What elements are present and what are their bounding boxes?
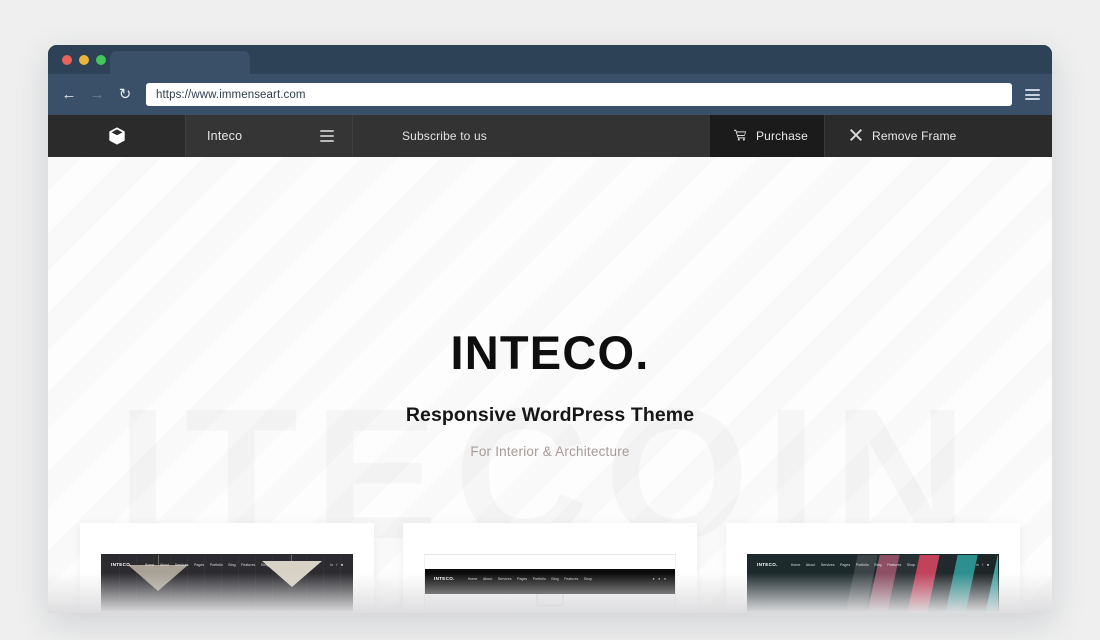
preview-nav-links: Home About Services Pages Portfolio Blog… [144, 562, 270, 567]
envato-logo-icon[interactable] [48, 115, 185, 157]
browser-menu-icon[interactable] [1025, 89, 1040, 100]
preview-mini-nav: INTECO. Home About Services Pages Portfo… [757, 562, 989, 567]
browser-titlebar [48, 45, 1052, 74]
purchase-button[interactable]: Purchase [710, 115, 824, 157]
hero-subtitle: Responsive WordPress Theme [405, 404, 695, 426]
theme-brand-section[interactable]: Inteco [185, 115, 352, 157]
minimize-window-button[interactable] [79, 55, 89, 65]
browser-window: ← → ↻ https://www.immenseart.com Inteco [48, 45, 1052, 613]
remove-frame-label: Remove Frame [872, 129, 957, 143]
browser-urlbar: ← → ↻ https://www.immenseart.com [48, 74, 1052, 115]
theme-brand-label: Inteco [207, 129, 243, 143]
browser-tab[interactable] [110, 51, 250, 74]
purchase-label: Purchase [756, 129, 808, 143]
hero-tagline: For Interior & Architecture [470, 444, 630, 459]
theme-menu-icon[interactable] [320, 130, 334, 142]
hero-section: ITECOIN INTECO. Responsive WordPress The… [48, 157, 1052, 613]
page-title: INTECO. [450, 326, 650, 379]
remove-frame-button[interactable]: Remove Frame [824, 115, 1052, 157]
theme-preview-bar: Inteco Subscribe to us Purchase Remove F… [48, 115, 1052, 157]
back-arrow-icon[interactable]: ← [60, 86, 78, 104]
preview-mini-nav: INTECO. Home About Services Pages Portfo… [111, 562, 343, 567]
preview-social-icons: in f ■ [976, 562, 989, 567]
navigation-buttons: ← → ↻ [60, 86, 134, 104]
close-icon [850, 129, 862, 143]
subscribe-link[interactable]: Subscribe to us [352, 115, 710, 157]
close-window-button[interactable] [62, 55, 72, 65]
reload-icon[interactable]: ↻ [116, 86, 134, 104]
preview-social-icons: in f ■ [330, 562, 343, 567]
bottom-fade-overlay [48, 573, 1052, 613]
preview-logo: INTECO. [757, 562, 778, 567]
cart-icon [734, 129, 747, 143]
maximize-window-button[interactable] [96, 55, 106, 65]
forward-arrow-icon[interactable]: → [88, 86, 106, 104]
hero-content: INTECO. Responsive WordPress Theme For I… [48, 157, 1052, 459]
url-input[interactable]: https://www.immenseart.com [146, 83, 1012, 106]
site-viewport: Inteco Subscribe to us Purchase Remove F… [48, 115, 1052, 613]
preview-nav-links: Home About Services Pages Portfolio Blog… [790, 562, 916, 567]
window-controls [62, 55, 106, 65]
subscribe-label: Subscribe to us [402, 129, 487, 143]
preview-logo: INTECO. [111, 562, 132, 567]
